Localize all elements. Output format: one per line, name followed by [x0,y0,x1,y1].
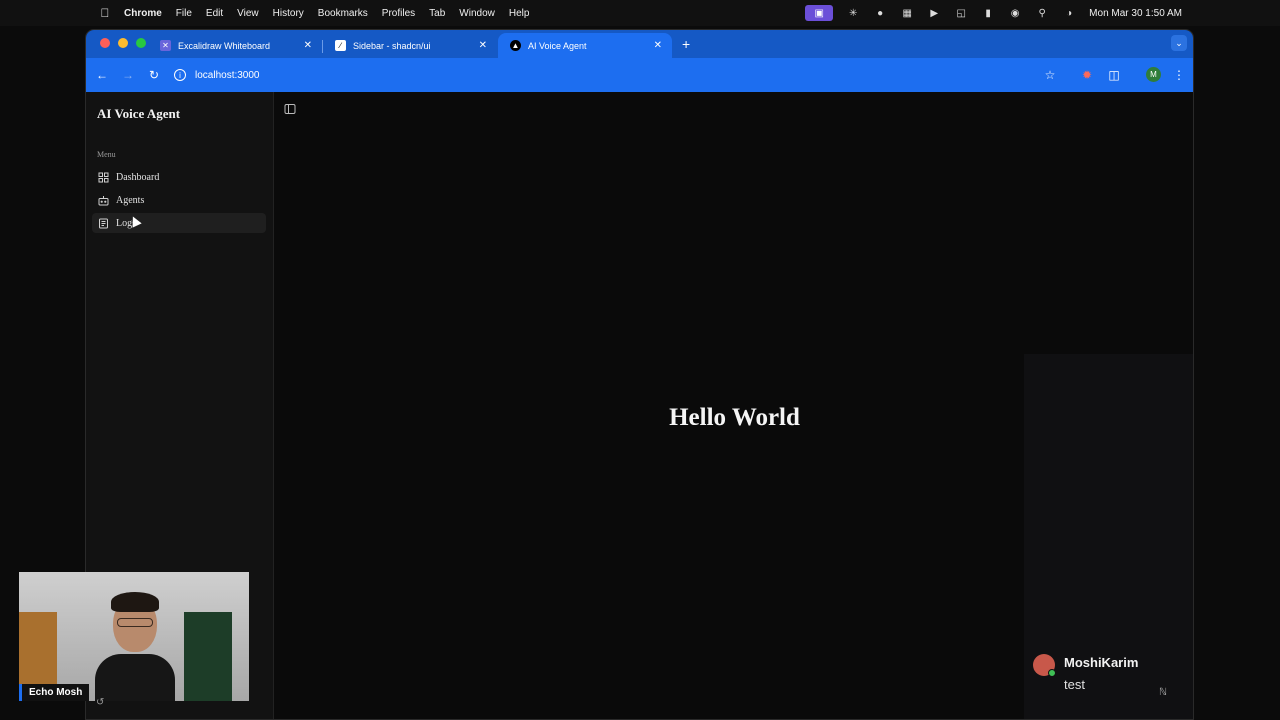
site-info-icon[interactable]: i [174,69,186,81]
webcam-cabinet [184,612,232,701]
sidebar-item-agents[interactable]: Agents [92,190,266,210]
logs-icon [98,218,109,229]
activity-icon[interactable]: ▦ [900,7,914,19]
screen-record-icon[interactable]: ▣ [805,5,834,21]
play-icon[interactable]: ▶ [927,7,941,19]
dashboard-icon [98,172,109,183]
refresh-overlay-icon: ↺ [96,697,105,708]
presenter-hair [111,592,159,612]
sidebar-item-label: Agents [116,194,145,206]
spotlight-search-icon[interactable]: ⚲ [1035,7,1049,19]
presenter-glasses [117,618,153,627]
close-icon[interactable]: ✕ [479,40,487,51]
reload-icon[interactable]: ↻ [146,67,162,83]
tab-label: AI Voice Agent [528,40,587,51]
tab-excalidraw[interactable]: ✕ Excalidraw Whiteboard ✕ [148,33,322,58]
sidebar-item-dashboard[interactable]: Dashboard [92,167,266,187]
sidebar-item-logs[interactable]: Logs [92,213,266,233]
tab-label: Sidebar - shadcn/ui [353,40,431,51]
profile-avatar[interactable]: M [1146,67,1161,82]
menu-view[interactable]: View [237,8,259,19]
nextjs-icon[interactable]: ℕ [1159,687,1172,700]
menu-edit[interactable]: Edit [206,8,223,19]
page-heading: Hello World [669,404,800,431]
tab-bar: ✕ Excalidraw Whiteboard ✕ ∕ Sidebar - sh… [86,30,1193,58]
chat-icon[interactable]: ● [873,7,887,19]
control-center-icon[interactable]: ◑ [1062,7,1076,19]
wifi-icon[interactable]: ◉ [1008,7,1022,19]
webcam-presenter [95,592,175,701]
menu-history[interactable]: History [273,8,304,19]
tab-shadcn[interactable]: ∕ Sidebar - shadcn/ui ✕ [323,33,497,58]
minimize-window-icon[interactable] [118,38,128,48]
vercel-triangle-icon: ▲ [510,40,521,51]
notification-sender: MoshiKarim [1064,655,1139,670]
url-text[interactable]: localhost:3000 [195,70,260,81]
apple-icon[interactable]:  [98,6,112,20]
menu-file[interactable]: File [176,8,192,19]
bookmark-star-icon[interactable]: ☆ [1042,67,1058,83]
extension-bug-icon[interactable]: ✹ [1079,67,1095,83]
webcam-name-label: Echo Mosh [19,684,90,701]
excalidraw-icon: ✕ [160,40,171,51]
more-menu-icon[interactable]: ⋮ [1171,67,1187,83]
notification-avatar [1033,654,1056,677]
tab-label: Excalidraw Whiteboard [178,40,271,51]
brightness-icon[interactable]: ✳ [846,7,860,19]
close-window-icon[interactable] [100,38,110,48]
zoom-window-icon[interactable] [136,38,146,48]
menu-window[interactable]: Window [459,8,495,19]
sidebar-brand: AI Voice Agent [97,106,181,121]
close-icon[interactable]: ✕ [654,40,662,51]
back-arrow-icon[interactable]: ← [94,67,110,83]
sidebar-item-label: Dashboard [116,171,160,183]
macos-menu-bar:  Chrome File Edit View History Bookmark… [0,0,1280,26]
menu-bookmarks[interactable]: Bookmarks [318,8,368,19]
browser-toolbar: ← → ↻ i localhost:3000 ☆ ✹ ◫ M ⋮ [86,58,1193,92]
app-content: AI Voice Agent Menu Dashboard Agents Log… [86,92,1193,719]
extensions-puzzle-icon[interactable]: ◫ [1106,67,1122,83]
close-icon[interactable]: ✕ [304,40,312,51]
menu-app-name[interactable]: Chrome [124,8,162,19]
tab-search-chevron-icon[interactable]: ⌄ [1171,35,1187,51]
browser-window: ✕ Excalidraw Whiteboard ✕ ∕ Sidebar - sh… [85,29,1194,720]
menu-tab[interactable]: Tab [429,8,445,19]
forward-arrow-icon[interactable]: → [120,67,136,83]
notification-message: test [1064,677,1085,692]
menu-clock[interactable]: Mon Mar 30 1:50 AM [1089,8,1182,19]
new-tab-icon[interactable]: + [682,36,690,52]
presenter-body [95,654,175,701]
sidebar-group-label: Menu [97,150,116,159]
battery-icon[interactable]: ▮ [981,7,995,19]
window-controls [100,38,146,48]
address-bar[interactable]: i localhost:3000 [174,63,1034,87]
menu-help[interactable]: Help [509,8,530,19]
agents-icon [98,195,109,206]
online-status-dot [1048,669,1056,677]
sidebar-toggle-icon[interactable] [284,102,296,114]
tab-ai-voice-agent[interactable]: ▲ AI Voice Agent ✕ [498,33,672,58]
menu-profiles[interactable]: Profiles [382,8,415,19]
shortcut-icon[interactable]: ◱ [954,7,968,19]
shadcn-icon: ∕ [335,40,346,51]
webcam-overlay: Echo Mosh [19,572,249,701]
